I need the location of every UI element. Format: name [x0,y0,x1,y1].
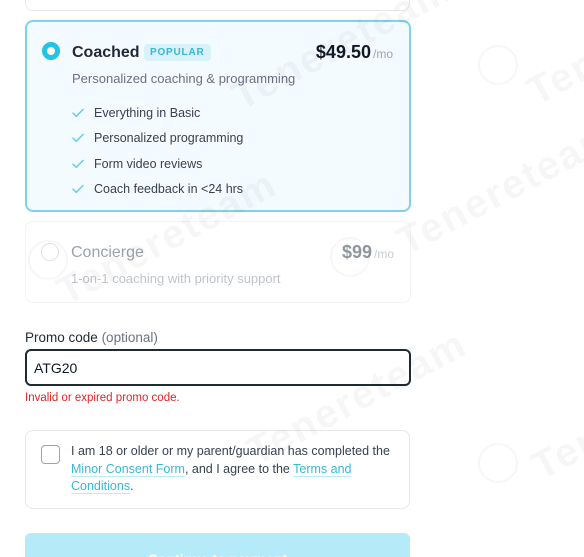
watermark-text: Tenereteam [525,337,584,490]
price-amount: $99 [341,242,372,262]
consent-card: I am 18 or older or my parent/guardian h… [25,430,410,509]
consent-text-3: . [130,479,134,493]
consent-text-2: , and I agree to the [184,461,294,476]
promo-code-label: Promo code (optional) [25,330,158,345]
popular-badge: POPULAR [144,44,211,61]
feature-text: Form video reviews [94,156,203,171]
watermark-text: Tenereteam [520,0,584,115]
consent-text-1: I am 18 or older or my parent/guardian h… [71,444,390,458]
plan-price: $99/mo [342,242,394,263]
watermark-seal [478,45,518,85]
consent-text: I am 18 or older or my parent/guardian h… [71,443,399,496]
feature-list: Everything in Basic Personalized program… [72,100,243,202]
watermark-text: Tenereteam [390,112,584,265]
check-icon [72,108,84,117]
feature-item: Personalized programming [72,126,243,152]
watermark-seal [478,443,518,483]
continue-to-payment-button[interactable]: Continue to payment [25,533,410,557]
promo-label-text: Promo code [25,330,98,345]
price-period: /mo [373,247,394,261]
plan-card-basic[interactable] [25,0,410,11]
check-icon [72,133,84,143]
plan-card-concierge: Concierge $99/mo 1-on-1 coaching with pr… [25,221,411,303]
plan-card-coached[interactable]: Coached POPULAR $49.50/mo Personalized c… [25,20,411,212]
feature-text: Coach feedback in <24 hrs [94,182,244,197]
feature-item: Form video reviews [72,151,243,177]
feature-item: Everything in Basic [72,100,243,126]
promo-code-input[interactable] [25,349,411,386]
price-period: /mo [372,47,393,61]
plan-description: Personalized coaching & programming [72,71,296,86]
minor-consent-form-link[interactable]: Minor Consent Form [71,461,185,477]
consent-checkbox[interactable] [41,445,60,464]
radio-coached[interactable] [42,42,60,60]
plan-price: $49.50/mo [316,42,393,63]
feature-text: Personalized programming [94,131,244,146]
check-icon [72,159,84,168]
promo-error-message: Invalid or expired promo code. [25,392,180,404]
feature-item: Coach feedback in <24 hrs [72,177,243,203]
plan-name: Concierge [71,244,144,261]
plan-description: 1-on-1 coaching with priority support [71,271,281,286]
check-icon [72,184,84,194]
plan-name: Coached [72,44,140,61]
promo-optional-hint: (optional) [101,330,158,345]
feature-text: Everything in Basic [94,105,201,120]
radio-concierge [41,243,59,261]
price-amount: $49.50 [315,42,371,62]
